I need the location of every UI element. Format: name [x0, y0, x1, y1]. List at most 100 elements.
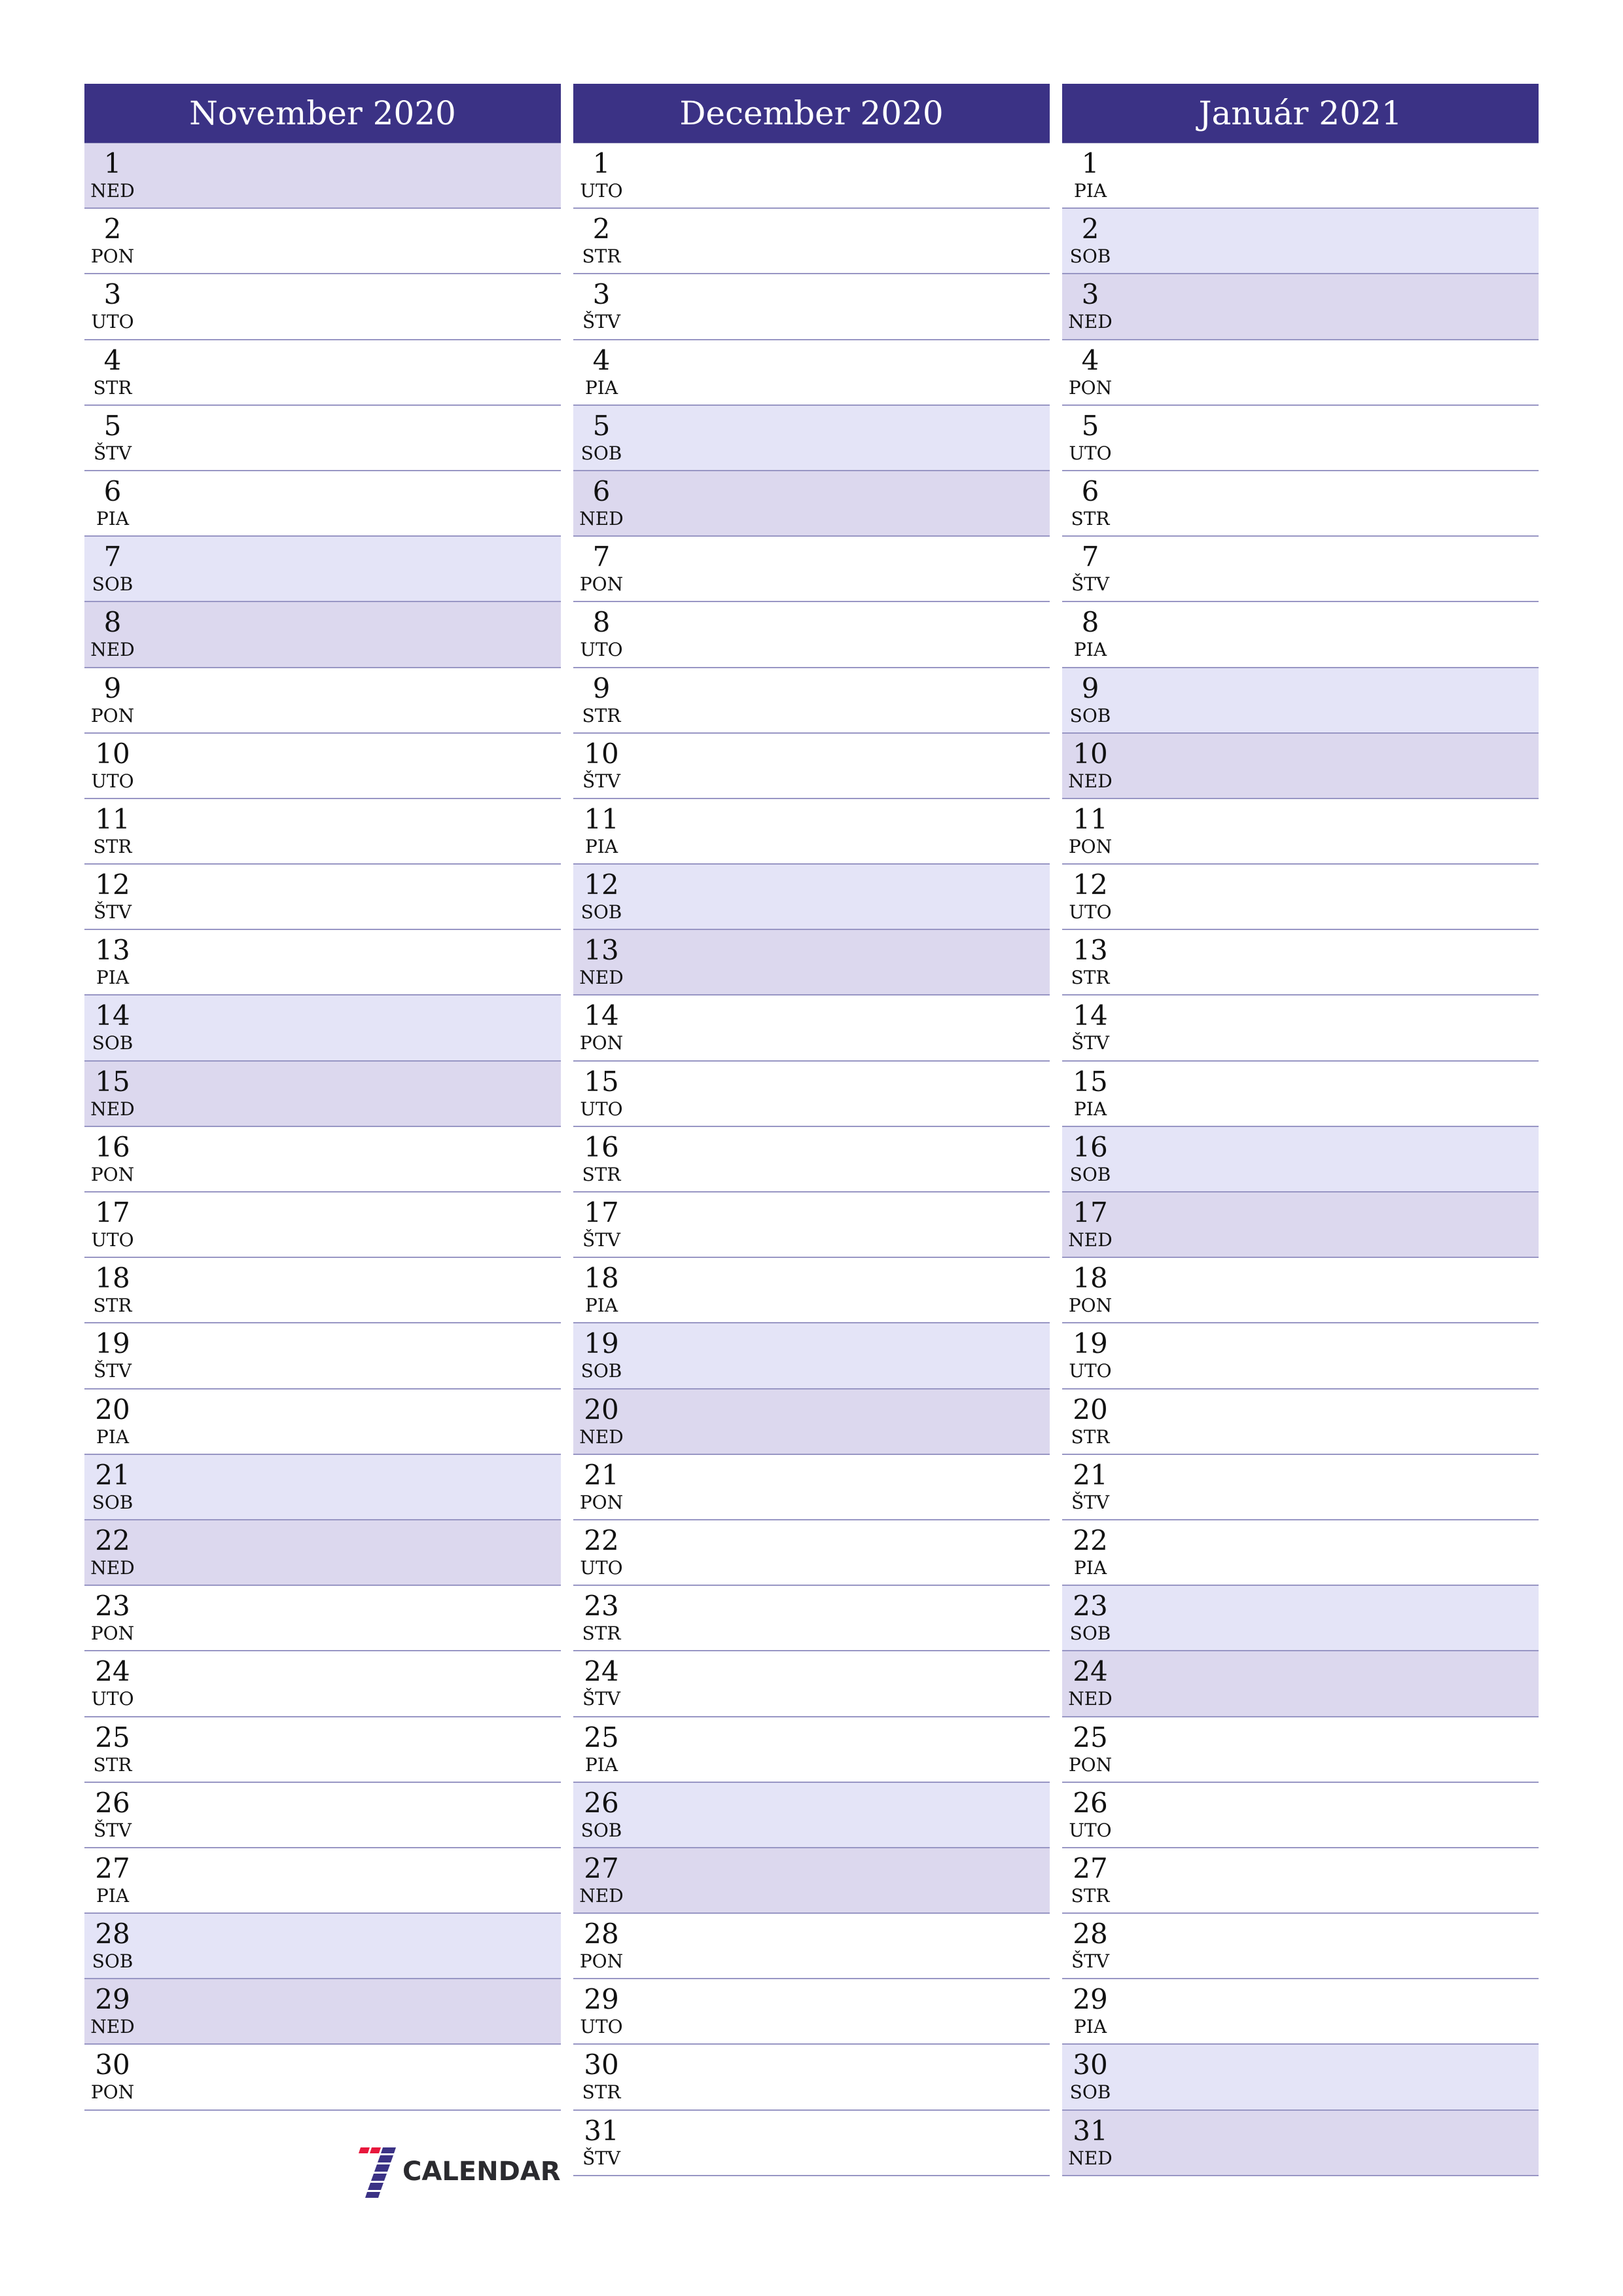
day-cell: 17 UTO [87, 1196, 138, 1251]
day-number: 4 [1081, 344, 1099, 376]
weekday-label: PIA [1073, 180, 1107, 202]
day-number: 30 [1073, 2049, 1108, 2081]
day-cell: 30 SOB [1065, 2049, 1116, 2104]
weekday-label: PON [90, 2081, 135, 2104]
day-cell: 19 ŠTV [87, 1327, 138, 1382]
day-row: 12 ŠTV [84, 865, 561, 931]
day-number: 13 [95, 934, 130, 967]
month-column-january: Január 2021 1 PIA 2 SOB 3 NED 4 PON 5 UTO 6 STR 7 ŠTV… [1062, 84, 1539, 2176]
day-number: 21 [584, 1458, 619, 1491]
day-row: 7 PON [573, 537, 1050, 603]
day-row: 17 UTO [84, 1193, 561, 1259]
day-cell: 20 NED [576, 1393, 627, 1448]
day-row: 31 NED [1062, 2110, 1539, 2176]
day-row: 14 PON [573, 996, 1050, 1062]
day-number: 22 [95, 1524, 130, 1556]
day-number: 17 [1073, 1196, 1108, 1229]
day-row: 24 ŠTV [573, 1651, 1050, 1717]
day-number: 7 [103, 541, 122, 573]
day-row: 22 UTO [573, 1520, 1050, 1587]
day-row: 15 NED [84, 1061, 561, 1127]
day-cell: 14 SOB [87, 999, 138, 1054]
day-row: 3 UTO [84, 274, 561, 340]
day-row: 30 PON [84, 2045, 561, 2111]
day-row: 7 ŠTV [1062, 537, 1539, 603]
weekday-label: ŠTV [582, 770, 621, 792]
day-cell: 13 STR [1065, 934, 1116, 989]
weekday-label: PON [1068, 835, 1113, 857]
weekday-label: UTO [580, 1556, 623, 1579]
weekday-label: ŠTV [582, 1229, 621, 1251]
weekday-label: SOB [92, 573, 134, 596]
weekday-label: PIA [1073, 1098, 1107, 1120]
day-number: 10 [584, 737, 619, 770]
day-cell: 26 SOB [576, 1787, 627, 1842]
day-number: 27 [1073, 1852, 1108, 1884]
day-row: 16 SOB [1062, 1126, 1539, 1193]
day-cell: 10 UTO [87, 738, 138, 793]
weekday-label: STR [1071, 1426, 1110, 1448]
day-cell: 4 STR [87, 344, 138, 399]
day-cell: 9 PON [87, 672, 138, 727]
day-cell: 18 PIA [576, 1262, 627, 1317]
day-number: 13 [1073, 934, 1108, 967]
day-cell: 8 UTO [576, 606, 627, 661]
day-row: 6 NED [573, 471, 1050, 537]
day-cell: 22 PIA [1065, 1524, 1116, 1579]
day-cell: 6 NED [576, 475, 627, 530]
weekday-label: PIA [1073, 2016, 1107, 2038]
day-row: 8 NED [84, 602, 561, 668]
month-title: November 2020 [84, 84, 561, 143]
weekday-label: ŠTV [1071, 1491, 1110, 1513]
weekday-label: PIA [584, 1753, 618, 1776]
weekday-label: UTO [580, 639, 623, 661]
weekday-label: PIA [96, 967, 130, 989]
day-cell: 8 PIA [1065, 606, 1116, 661]
day-number: 11 [95, 802, 130, 835]
day-row: 20 STR [1062, 1389, 1539, 1455]
day-row: 23 SOB [1062, 1586, 1539, 1652]
day-number: 22 [1073, 1524, 1108, 1556]
weekday-label: NED [579, 507, 624, 529]
day-number: 12 [95, 869, 130, 901]
day-cell: 30 PON [87, 2049, 138, 2104]
day-cell: 11 STR [87, 803, 138, 858]
day-row: 22 NED [84, 1520, 561, 1587]
day-cell: 13 PIA [87, 934, 138, 989]
day-number: 23 [584, 1590, 619, 1623]
month-title: December 2020 [573, 84, 1050, 143]
day-cell: 4 PIA [576, 344, 627, 399]
day-row: 26 UTO [1062, 1782, 1539, 1848]
day-number: 27 [95, 1852, 130, 1884]
day-row: 4 PIA [573, 340, 1050, 406]
day-number: 24 [95, 1655, 130, 1688]
day-number: 29 [1073, 1983, 1108, 2016]
weekday-label: UTO [580, 180, 623, 202]
day-row: 17 NED [1062, 1193, 1539, 1259]
day-cell: 22 NED [87, 1524, 138, 1579]
day-number: 16 [95, 1130, 130, 1163]
day-row: 1 NED [84, 143, 561, 209]
day-number: 1 [592, 147, 611, 179]
day-number: 20 [95, 1393, 130, 1426]
day-cell: 23 PON [87, 1590, 138, 1645]
day-row: 27 STR [1062, 1848, 1539, 1914]
day-number: 1 [103, 147, 122, 179]
day-number: 19 [95, 1327, 130, 1360]
weekday-label: PIA [584, 376, 618, 399]
day-row: 16 STR [573, 1126, 1050, 1193]
weekday-label: ŠTV [582, 2147, 621, 2169]
day-cell: 19 SOB [576, 1327, 627, 1382]
weekday-label: PIA [96, 507, 130, 529]
weekday-label: STR [582, 245, 621, 268]
day-cell: 9 SOB [1065, 672, 1116, 727]
day-cell: 21 ŠTV [1065, 1459, 1116, 1514]
day-number: 2 [1081, 213, 1099, 245]
day-row: 25 STR [84, 1717, 561, 1783]
weekday-label: SOB [580, 1819, 622, 1841]
day-row: 18 PON [1062, 1258, 1539, 1324]
day-cell: 25 STR [87, 1721, 138, 1776]
day-cell: 5 ŠTV [87, 410, 138, 465]
day-cell: 2 PON [87, 213, 138, 268]
weekday-label: NED [1068, 311, 1113, 333]
